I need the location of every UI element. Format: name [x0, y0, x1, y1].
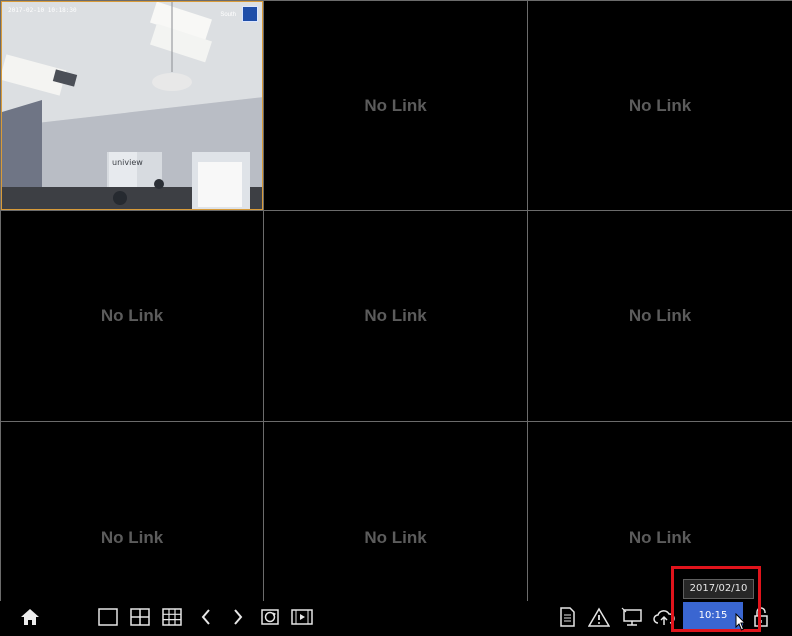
- no-link-label: No Link: [364, 306, 427, 325]
- log-icon[interactable]: [556, 606, 578, 628]
- layout-9-icon[interactable]: [161, 606, 183, 628]
- next-screen-icon[interactable]: [227, 606, 249, 628]
- no-link-label: No Link: [628, 528, 692, 547]
- network-icon[interactable]: [621, 606, 643, 628]
- layout-1-icon[interactable]: [97, 606, 119, 628]
- channel-1-live-view[interactable]: uniview 2017-02-10 10:18:30 South: [1, 1, 263, 210]
- channel-4[interactable]: No Link: [1, 211, 263, 421]
- no-link-label: No Link: [100, 528, 164, 547]
- alarm-icon[interactable]: [588, 606, 610, 628]
- no-link-label: No Link: [364, 528, 427, 547]
- no-link-label: No Link: [628, 306, 692, 325]
- channel-7[interactable]: No Link: [1, 422, 263, 601]
- mouse-cursor-icon: [735, 612, 747, 636]
- channel-grid: uniview 2017-02-10 10:18:30 South No Lin…: [0, 0, 792, 601]
- channel-2[interactable]: No Link: [264, 1, 527, 210]
- osd-timestamp: 2017-02-10 10:18:30: [8, 7, 77, 14]
- svg-text:uniview: uniview: [112, 158, 143, 167]
- channel-3[interactable]: No Link: [528, 1, 792, 210]
- highlight-frame: [671, 566, 761, 632]
- channel-8[interactable]: No Link: [264, 422, 527, 601]
- no-link-label: No Link: [364, 95, 427, 115]
- channel-5[interactable]: No Link: [264, 211, 527, 421]
- prev-screen-icon[interactable]: [195, 606, 217, 628]
- camera-scene-image: uniview: [2, 2, 262, 209]
- channel-6[interactable]: No Link: [528, 211, 792, 421]
- layout-4-icon[interactable]: [129, 606, 151, 628]
- sequence-icon[interactable]: [259, 606, 281, 628]
- osd-channel-name: South: [220, 12, 236, 18]
- no-link-label: No Link: [628, 95, 692, 115]
- home-icon[interactable]: [19, 606, 41, 628]
- no-link-label: No Link: [100, 306, 164, 325]
- recording-status-icon: [242, 6, 258, 22]
- playback-icon[interactable]: [291, 606, 313, 628]
